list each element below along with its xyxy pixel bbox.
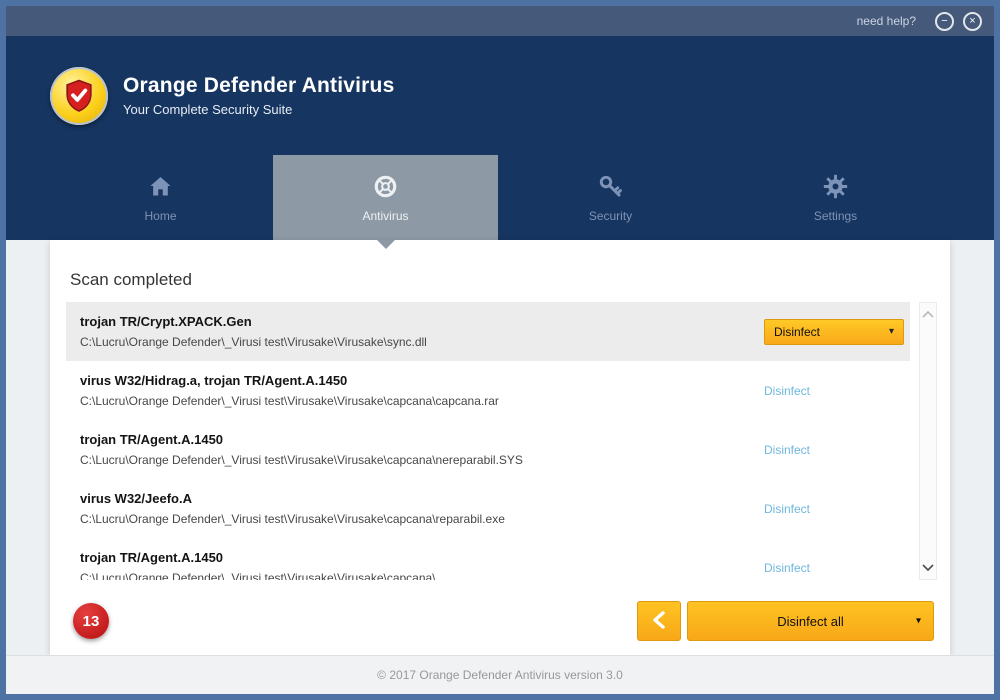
actions-bar: 13 Disinfect all ▾ (66, 601, 934, 641)
nav-tabs: Home Antivirus (6, 155, 994, 240)
disinfect-action-button[interactable]: Disinfect ▾ (764, 437, 904, 463)
scan-result-row[interactable]: trojan TR/Agent.A.1450 C:\Lucru\Orange D… (66, 538, 910, 580)
close-button[interactable]: × (963, 12, 982, 31)
disinfect-action-label: Disinfect (774, 325, 820, 339)
app-title: Orange Defender Antivirus (123, 74, 394, 98)
threat-count-badge: 13 (73, 603, 109, 639)
tab-security-label: Security (589, 209, 632, 223)
disinfect-action-label: Disinfect (764, 443, 810, 457)
threat-info: trojan TR/Agent.A.1450 C:\Lucru\Orange D… (80, 432, 764, 467)
threat-path: C:\Lucru\Orange Defender\_Virusi test\Vi… (80, 512, 754, 526)
antivirus-buoy-icon (372, 173, 399, 201)
threat-name: trojan TR/Agent.A.1450 (80, 432, 754, 447)
titlebar: need help? − × (6, 6, 994, 36)
copyright-text: © 2017 Orange Defender Antivirus version… (377, 668, 623, 682)
scan-status-heading: Scan completed (70, 270, 950, 290)
chevron-left-icon (651, 611, 667, 632)
caret-down-icon: ▾ (889, 326, 894, 337)
disinfect-action-button[interactable]: Disinfect ▾ (764, 555, 904, 581)
threat-path: C:\Lucru\Orange Defender\_Virusi test\Vi… (80, 453, 754, 467)
tab-settings-label: Settings (814, 209, 857, 223)
need-help-link[interactable]: need help? (857, 14, 916, 28)
caret-down-icon: ▾ (916, 616, 921, 627)
scan-results-panel: Scan completed trojan TR/Crypt.XPACK.Gen… (50, 240, 950, 655)
action-area: Disinfect ▾ (764, 378, 904, 404)
content-area: Scan completed trojan TR/Crypt.XPACK.Gen… (6, 240, 994, 694)
action-area: Disinfect ▾ (764, 319, 904, 345)
disinfect-all-label: Disinfect all (777, 614, 843, 629)
disinfect-action-button[interactable]: Disinfect ▾ (764, 496, 904, 522)
app-logo-shield-icon (50, 67, 108, 125)
key-icon (597, 173, 624, 201)
gear-icon (822, 173, 849, 201)
threat-name: virus W32/Hidrag.a, trojan TR/Agent.A.14… (80, 373, 754, 388)
threat-path: C:\Lucru\Orange Defender\_Virusi test\Vi… (80, 571, 754, 580)
scroll-down-icon[interactable] (920, 560, 936, 576)
tab-antivirus[interactable]: Antivirus (273, 155, 498, 240)
tab-home-label: Home (144, 209, 176, 223)
scan-result-row[interactable]: trojan TR/Agent.A.1450 C:\Lucru\Orange D… (66, 420, 910, 479)
threat-name: trojan TR/Agent.A.1450 (80, 550, 754, 565)
disinfect-action-label: Disinfect (764, 502, 810, 516)
scan-results-wrap: trojan TR/Crypt.XPACK.Gen C:\Lucru\Orang… (66, 302, 937, 580)
disinfect-action-button[interactable]: Disinfect ▾ (764, 319, 904, 345)
disinfect-action-button[interactable]: Disinfect ▾ (764, 378, 904, 404)
scan-results-list: trojan TR/Crypt.XPACK.Gen C:\Lucru\Orang… (66, 302, 910, 580)
scan-result-row[interactable]: virus W32/Hidrag.a, trojan TR/Agent.A.14… (66, 361, 910, 420)
threat-info: trojan TR/Crypt.XPACK.Gen C:\Lucru\Orang… (80, 314, 764, 349)
action-area: Disinfect ▾ (764, 555, 904, 581)
tab-home[interactable]: Home (48, 155, 273, 240)
header-titles: Orange Defender Antivirus Your Complete … (123, 74, 394, 117)
app-subtitle: Your Complete Security Suite (123, 102, 394, 117)
action-area: Disinfect ▾ (764, 437, 904, 463)
app-header: Orange Defender Antivirus Your Complete … (6, 36, 994, 155)
disinfect-action-label: Disinfect (764, 384, 810, 398)
disinfect-all-button[interactable]: Disinfect all ▾ (687, 601, 934, 641)
threat-path: C:\Lucru\Orange Defender\_Virusi test\Vi… (80, 394, 754, 408)
threat-info: virus W32/Jeefo.A C:\Lucru\Orange Defend… (80, 491, 764, 526)
app-window: need help? − × Orange Defender Antivirus… (0, 0, 1000, 700)
window-inner: need help? − × Orange Defender Antivirus… (6, 6, 994, 694)
footer: © 2017 Orange Defender Antivirus version… (6, 655, 994, 694)
threat-info: virus W32/Hidrag.a, trojan TR/Agent.A.14… (80, 373, 764, 408)
home-icon (147, 173, 174, 201)
action-area: Disinfect ▾ (764, 496, 904, 522)
tab-security[interactable]: Security (498, 155, 723, 240)
minimize-button[interactable]: − (935, 12, 954, 31)
scan-result-row[interactable]: trojan TR/Crypt.XPACK.Gen C:\Lucru\Orang… (66, 302, 910, 361)
threat-info: trojan TR/Agent.A.1450 C:\Lucru\Orange D… (80, 550, 764, 580)
threat-path: C:\Lucru\Orange Defender\_Virusi test\Vi… (80, 335, 754, 349)
scrollbar[interactable] (919, 302, 937, 580)
tab-antivirus-label: Antivirus (362, 209, 408, 223)
scroll-up-icon[interactable] (920, 306, 936, 322)
back-button[interactable] (637, 601, 681, 641)
threat-name: virus W32/Jeefo.A (80, 491, 754, 506)
scan-result-row[interactable]: virus W32/Jeefo.A C:\Lucru\Orange Defend… (66, 479, 910, 538)
disinfect-action-label: Disinfect (764, 561, 810, 575)
tab-settings[interactable]: Settings (723, 155, 948, 240)
threat-name: trojan TR/Crypt.XPACK.Gen (80, 314, 754, 329)
